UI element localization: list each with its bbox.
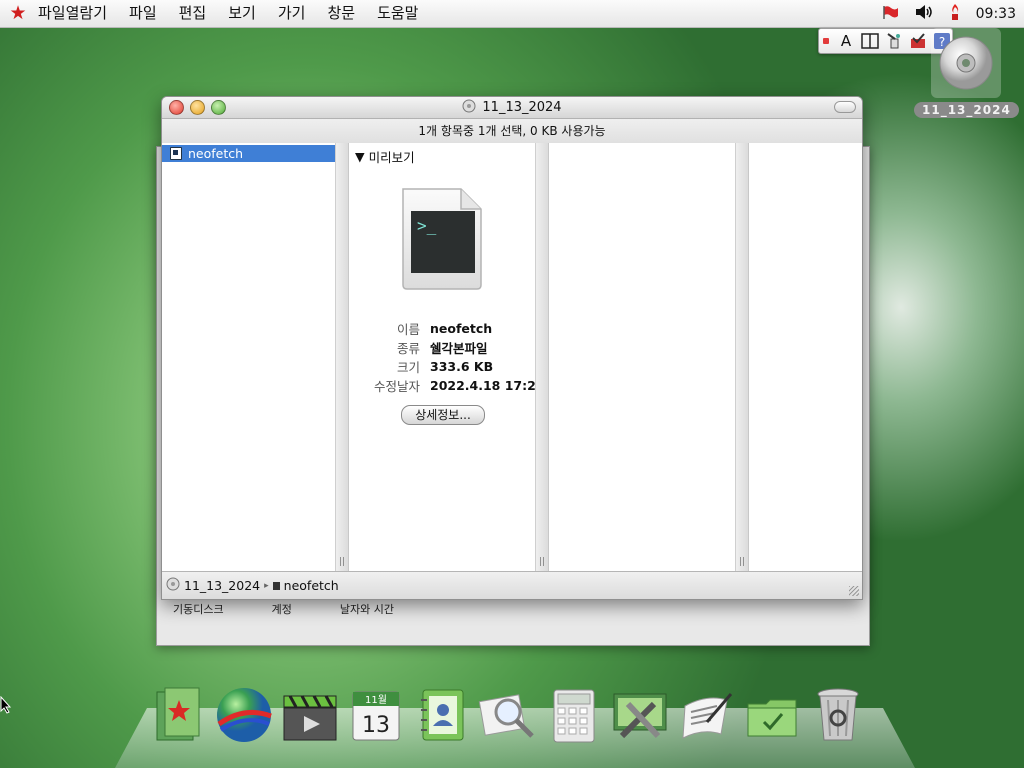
calculator-icon[interactable] [544, 684, 604, 746]
disclosure-triangle-icon[interactable]: ▼ [355, 149, 365, 164]
calendar-day: 13 [362, 713, 390, 738]
menu-file[interactable]: 파일 [118, 0, 168, 27]
path-file-icon [272, 581, 280, 590]
info-value-size: 333.6 KB [430, 359, 494, 374]
info-value-name: neofetch [430, 321, 493, 336]
menu-help[interactable]: 도움말 [366, 0, 429, 27]
info-value-kind: 쉘각본파일 [430, 341, 488, 356]
info-key-size: 크기 [396, 360, 420, 375]
path-separator-icon: ▸ [264, 580, 269, 591]
info-key-modified: 수정날자 [373, 379, 420, 394]
path-volume[interactable]: 11_13_2024 [184, 578, 260, 593]
path-disc-icon [166, 577, 180, 594]
script-editor-icon[interactable] [676, 684, 736, 746]
palette-brush-icon[interactable] [884, 31, 904, 51]
preview-column: ▼ 미리보기 >_ 이름 neofetch 종류 쉘각본파일 크기 333.6 … [349, 143, 549, 571]
palette-text-button[interactable]: A [836, 31, 856, 51]
menu-view[interactable]: 보기 [217, 0, 267, 27]
menu-go[interactable]: 가기 [267, 0, 317, 27]
file-name: neofetch [188, 146, 244, 161]
menu-app-name[interactable]: 파일열람기 [36, 0, 118, 27]
files-icon[interactable] [148, 684, 208, 746]
preview-header-label: 미리보기 [368, 150, 415, 165]
palette-columns-icon[interactable] [860, 31, 880, 51]
toolbar-toggle-button[interactable] [834, 101, 856, 113]
dock: 11월 13 [148, 680, 878, 746]
more-info-button[interactable]: 상세정보... [401, 405, 485, 425]
contacts-icon[interactable] [412, 684, 472, 746]
file-browser-window: 11_13_2024 1개 항목중 1개 선택, 0 KB 사용가능 neofe… [161, 96, 863, 600]
column-4 [749, 143, 862, 571]
file-info: 이름 neofetch 종류 쉘각본파일 크기 333.6 KB 수정날자 20… [349, 319, 548, 395]
close-button[interactable] [169, 100, 184, 115]
column-3: || [549, 143, 749, 571]
column-resize-handle[interactable]: || [335, 143, 348, 571]
account-label[interactable]: 계정 [272, 601, 292, 617]
menu-edit[interactable]: 편집 [168, 0, 218, 27]
menu-bar: ★ 파일열람기 파일 편집 보기 가기 창문 도움말 09:33 [0, 0, 1024, 28]
palette-close-icon[interactable] [823, 38, 829, 44]
mouse-cursor-icon [0, 695, 12, 718]
red-star-menu-icon[interactable]: ★ [0, 0, 36, 27]
window-title-disc-icon [462, 99, 476, 117]
svg-text:>_: >_ [417, 216, 437, 235]
volume-icon[interactable] [914, 4, 934, 24]
preview-magnifier-icon[interactable] [478, 684, 538, 746]
documents-folder-icon[interactable] [742, 684, 802, 746]
info-row-kind: 종류 쉘각본파일 [349, 338, 548, 357]
path-bar: 11_13_2024 ▸ neofetch [162, 571, 862, 599]
info-key-name: 이름 [396, 322, 420, 337]
disc-label: 11_13_2024 [914, 102, 1019, 118]
system-tools-icon[interactable] [610, 684, 670, 746]
calendar-icon[interactable]: 11월 13 [346, 684, 406, 746]
path-file[interactable]: neofetch [284, 578, 339, 593]
calendar-month: 11월 [365, 694, 387, 706]
preview-header[interactable]: ▼ 미리보기 [349, 143, 548, 166]
trash-icon[interactable] [808, 684, 868, 746]
date-time-label[interactable]: 날자와 시간 [340, 601, 394, 617]
info-row-modified: 수정날자 2022.4.18 17:27 [349, 376, 548, 395]
script-file-icon [170, 147, 182, 160]
menu-window[interactable]: 창문 [316, 0, 366, 27]
terminal-file-icon: >_ [399, 185, 485, 297]
column-1: neofetch || [162, 143, 349, 571]
column-resize-handle[interactable]: || [735, 143, 748, 571]
cd-disc-icon[interactable] [931, 28, 1001, 98]
column-view: neofetch || ▼ 미리보기 >_ 이름 neofetch 종류 쉘각본… [162, 143, 862, 571]
startup-disk-label[interactable]: 기동디스크 [173, 601, 224, 617]
info-row-size: 크기 333.6 KB [349, 357, 548, 376]
desktop-disc[interactable]: 11_13_2024 [914, 28, 1019, 118]
info-value-modified: 2022.4.18 17:27 [430, 378, 545, 393]
info-row-name: 이름 neofetch [349, 319, 548, 338]
window-titlebar[interactable]: 11_13_2024 [162, 97, 862, 119]
torch-status-icon[interactable] [948, 3, 962, 25]
browser-globe-icon[interactable] [214, 684, 274, 746]
menu-clock[interactable]: 09:33 [976, 6, 1016, 22]
window-title: 11_13_2024 [482, 100, 562, 115]
movie-clapper-icon[interactable] [280, 684, 340, 746]
info-key-kind: 종류 [396, 341, 420, 356]
window-resize-grip[interactable] [849, 586, 859, 596]
flag-input-icon[interactable] [882, 5, 900, 23]
status-bar: 1개 항목중 1개 선택, 0 KB 사용가능 [162, 119, 862, 144]
list-item-neofetch[interactable]: neofetch [162, 145, 348, 162]
zoom-button[interactable] [211, 100, 226, 115]
minimize-button[interactable] [190, 100, 205, 115]
column-resize-handle[interactable]: || [535, 143, 548, 571]
